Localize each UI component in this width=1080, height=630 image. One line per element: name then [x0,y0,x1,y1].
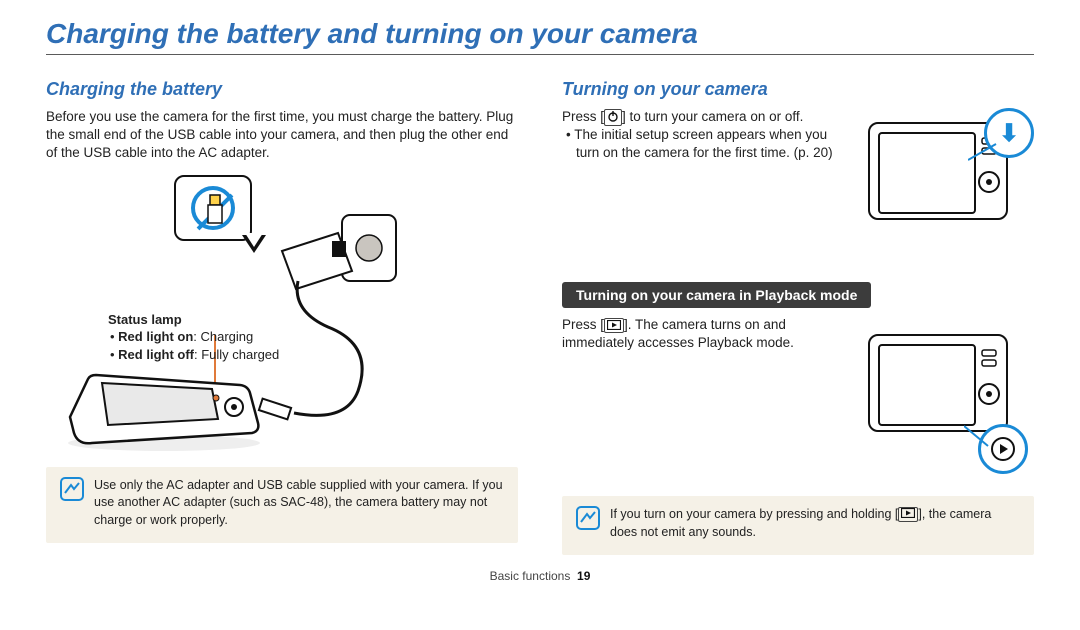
camera-back-illustration-2 [868,334,1008,432]
two-column-layout: Charging the battery Before you use the … [46,79,1034,555]
playback-illustration [854,320,1034,470]
camera-rear-illustration [64,371,264,451]
charging-illustration: Status lamp Red light on: Charging Red l… [46,175,518,455]
playback-tip-box: If you turn on your camera by pressing a… [562,496,1034,555]
page-footer: Basic functions 19 [46,569,1034,583]
manual-page: Charging the battery and turning on your… [0,0,1080,593]
playback-icon-small [898,507,918,522]
page-title: Charging the battery and turning on your… [46,18,1034,55]
playback-tip-text: If you turn on your camera by pressing a… [610,506,1020,541]
left-column: Charging the battery Before you use the … [46,79,518,555]
note-icon-2 [576,506,600,541]
charging-tip-box: Use only the AC adapter and USB cable su… [46,467,518,544]
status-lamp-header: Status lamp [108,311,279,329]
playback-mode-heading: Turning on your camera in Playback mode [562,282,871,308]
charging-heading: Charging the battery [46,79,518,100]
power-on-illustration: ⬇ [854,108,1034,258]
note-icon [60,477,84,530]
status-lamp-block: Status lamp Red light on: Charging Red l… [108,311,279,364]
arrow-down-icon: ⬇ [999,119,1019,148]
footer-page-number: 19 [577,569,590,583]
camera-controls-illustration-2 [978,348,1000,422]
power-icon [604,109,622,126]
playback-icon [604,318,624,334]
right-column: Turning on your camera ⬇ [562,79,1034,555]
status-on: Red light on: Charging [120,328,279,346]
charging-intro: Before you use the camera for the first … [46,108,518,163]
footer-section: Basic functions [490,569,571,583]
status-off: Red light off: Fully charged [120,346,279,364]
callout-leader-line [968,142,998,162]
playback-thumb-icon [990,436,1016,462]
callout-leader-line-2 [964,424,990,450]
turning-on-heading: Turning on your camera [562,79,1034,100]
charging-tip-text: Use only the AC adapter and USB cable su… [94,477,504,530]
